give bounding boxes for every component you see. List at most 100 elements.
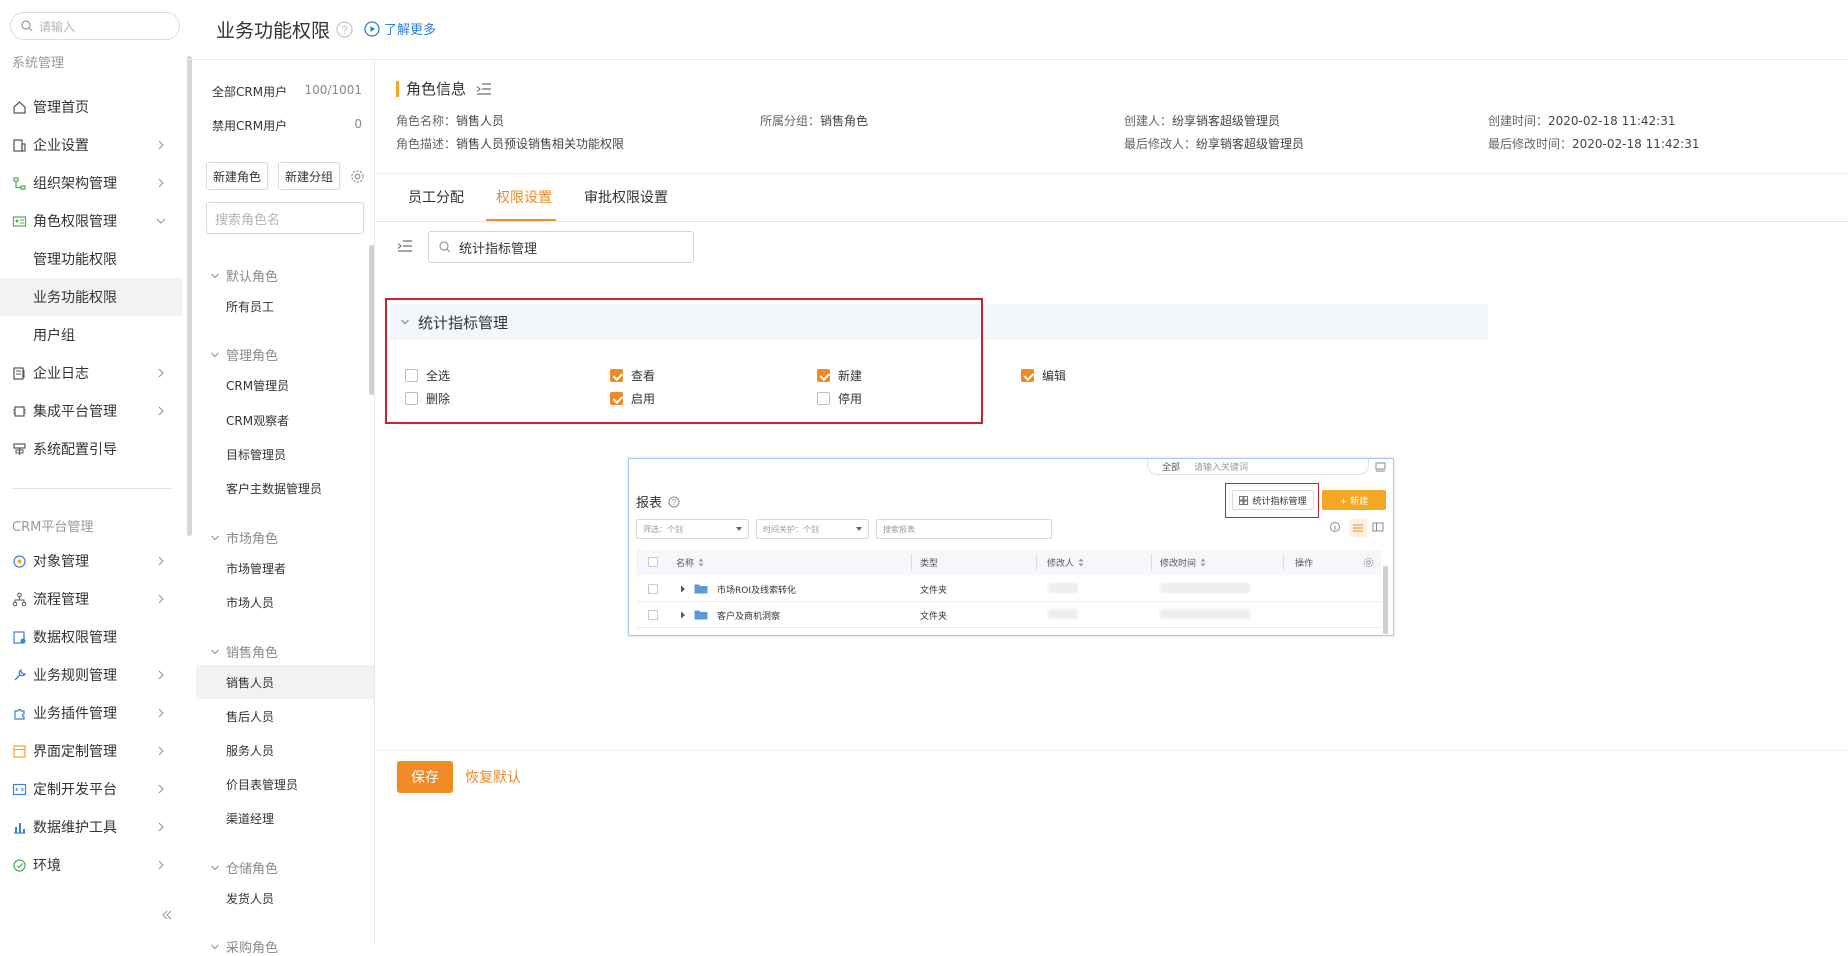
nav-item-org[interactable]: 组织架构管理: [0, 164, 182, 202]
restore-default-button[interactable]: 恢复默认: [465, 767, 521, 787]
col-label: 名称: [676, 559, 695, 569]
nav-item-environment[interactable]: 环境: [0, 846, 182, 884]
header-checkbox: [648, 557, 658, 567]
nav-item-label: 业务功能权限: [33, 290, 117, 306]
nav-item-enterprise-settings[interactable]: 企业设置: [0, 126, 182, 164]
nav-scrollbar[interactable]: [187, 56, 192, 536]
field-value: 销售人员预设销售相关功能权限: [456, 137, 625, 151]
column-separator: [1283, 554, 1284, 571]
embedded-scrollbar: [1383, 566, 1388, 634]
nav-item-dev-platform[interactable]: 定制开发平台: [0, 770, 182, 808]
page-header: 业务功能权限 ? 了解更多: [188, 0, 1848, 60]
embedded-search-bar: 全部 请输入关键词: [1147, 459, 1369, 475]
nav-item-label: 组织架构管理: [33, 176, 117, 192]
role-price-admin[interactable]: 价目表管理员: [196, 767, 374, 801]
chevron-right-icon: [158, 708, 164, 718]
nav-item-user-group[interactable]: 用户组: [0, 316, 182, 354]
save-button[interactable]: 保存: [397, 761, 453, 793]
col-label: 操作: [1295, 559, 1314, 569]
info-divider: [376, 173, 1848, 174]
group-warehouse[interactable]: 仓储角色: [210, 858, 278, 877]
role-service-staff[interactable]: 服务人员: [196, 733, 374, 767]
nav-item-object-management[interactable]: 对象管理: [0, 542, 182, 580]
nav-item-label: 集成平台管理: [33, 404, 117, 420]
nav-search-input[interactable]: 请输入: [10, 12, 180, 40]
col-modified-time: 修改时间: [1160, 556, 1206, 569]
nav-item-ui-customization[interactable]: 界面定制管理: [0, 732, 182, 770]
role-name-field: 角色名称：销售人员: [396, 112, 504, 129]
chevron-right-icon: [158, 556, 164, 566]
collapse-icon[interactable]: [160, 908, 174, 922]
nav-item-business-plugins[interactable]: 业务插件管理: [0, 694, 182, 732]
field-label: 角色描述：: [396, 137, 457, 151]
nav-item-business-rules[interactable]: 业务规则管理: [0, 656, 182, 694]
nav-item-role-permission[interactable]: 角色权限管理: [0, 202, 182, 240]
role-market-manager[interactable]: 市场管理者: [196, 551, 374, 585]
nav-item-data-permission[interactable]: 数据权限管理: [0, 618, 182, 656]
nav-item-enterprise-log[interactable]: 企业日志: [0, 354, 182, 392]
role-customer-master-admin[interactable]: 客户主数据管理员: [196, 471, 374, 505]
group-default[interactable]: 默认角色: [210, 266, 278, 285]
chevron-down-icon: [156, 218, 166, 224]
col-label: 修改人: [1047, 559, 1075, 569]
role-label: 发货人员: [226, 891, 275, 906]
role-crm-admin[interactable]: CRM管理员: [196, 368, 374, 402]
main-content: 角色信息 角色名称：销售人员 所属分组：销售角色 创建人：纷享销客超级管理员 创…: [376, 60, 1848, 945]
nav-item-flow-management[interactable]: 流程管理: [0, 580, 182, 618]
indent-toggle-icon[interactable]: [476, 82, 492, 96]
group-sales[interactable]: 销售角色: [210, 642, 278, 661]
data-permission-icon: [13, 630, 26, 644]
role-market-staff[interactable]: 市场人员: [196, 585, 374, 619]
tab-staff-assignment[interactable]: 员工分配: [408, 187, 464, 221]
group-manage[interactable]: 管理角色: [210, 345, 278, 364]
row-type: 文件夹: [920, 612, 948, 622]
role-label: CRM观察者: [226, 413, 290, 428]
chevron-right-icon: [158, 178, 164, 188]
chevron-right-icon: [158, 746, 164, 756]
field-label: 最后修改人：: [1124, 137, 1197, 151]
nav-item-label: 业务规则管理: [33, 668, 117, 684]
col-label: 修改时间: [1160, 559, 1197, 569]
field-label: 所属分组：: [760, 114, 821, 128]
role-all-staff[interactable]: 所有员工: [196, 289, 374, 323]
blurred-modifier: [1048, 583, 1078, 593]
checkbox-edit[interactable]: 编辑: [1021, 367, 1066, 384]
checkbox-label: 编辑: [1042, 369, 1067, 383]
chevron-right-icon: [158, 670, 164, 680]
role-after-sales[interactable]: 售后人员: [196, 699, 374, 733]
tab-approval-permission[interactable]: 审批权限设置: [584, 187, 668, 221]
role-crm-observer[interactable]: CRM观察者: [196, 403, 374, 437]
group-market[interactable]: 市场角色: [210, 528, 278, 547]
nav-item-manage-function-permission[interactable]: 管理功能权限: [0, 240, 182, 278]
org-tree-icon: [13, 176, 26, 190]
tab-permission-settings[interactable]: 权限设置: [496, 187, 552, 221]
chevron-down-icon: [211, 649, 219, 654]
field-label: 最后修改时间：: [1488, 137, 1573, 151]
caret-right-icon: [681, 585, 685, 593]
annotation-highlight-box: [385, 298, 983, 424]
modified-time-field: 最后修改时间：2020-02-18 11:42:31: [1488, 135, 1699, 152]
permission-search-input[interactable]: 统计指标管理: [428, 231, 694, 263]
role-target-admin[interactable]: 目标管理员: [196, 437, 374, 471]
learn-more-link[interactable]: 了解更多: [364, 19, 436, 38]
nav-item-label: 管理首页: [33, 100, 89, 116]
field-value: 2020-02-18 11:42:31: [1572, 137, 1700, 151]
nav-item-data-tools[interactable]: 数据维护工具: [0, 808, 182, 846]
role-group-field: 所属分组：销售角色: [760, 112, 868, 129]
nav-item-business-function-permission[interactable]: 业务功能权限: [0, 278, 182, 316]
group-purchase[interactable]: 采购角色: [210, 937, 278, 956]
role-shipping-staff[interactable]: 发货人员: [196, 881, 374, 915]
nav-item-integration[interactable]: 集成平台管理: [0, 392, 182, 430]
wrench-icon: [14, 668, 27, 680]
chevron-down-icon: [211, 865, 219, 870]
filter-label: 筛选：个别: [643, 524, 683, 534]
role-channel-manager[interactable]: 渠道经理: [196, 801, 374, 835]
chevron-right-icon: [158, 140, 164, 150]
indent-toggle-icon[interactable]: [397, 239, 413, 253]
role-sales-staff[interactable]: 销售人员: [196, 665, 374, 699]
blurred-time: [1160, 609, 1250, 619]
nav-item-label: 对象管理: [33, 554, 89, 570]
export-icon: [1375, 462, 1386, 472]
nav-item-home[interactable]: 管理首页: [0, 88, 182, 126]
nav-item-config-guide[interactable]: 系统配置引导: [0, 430, 182, 468]
